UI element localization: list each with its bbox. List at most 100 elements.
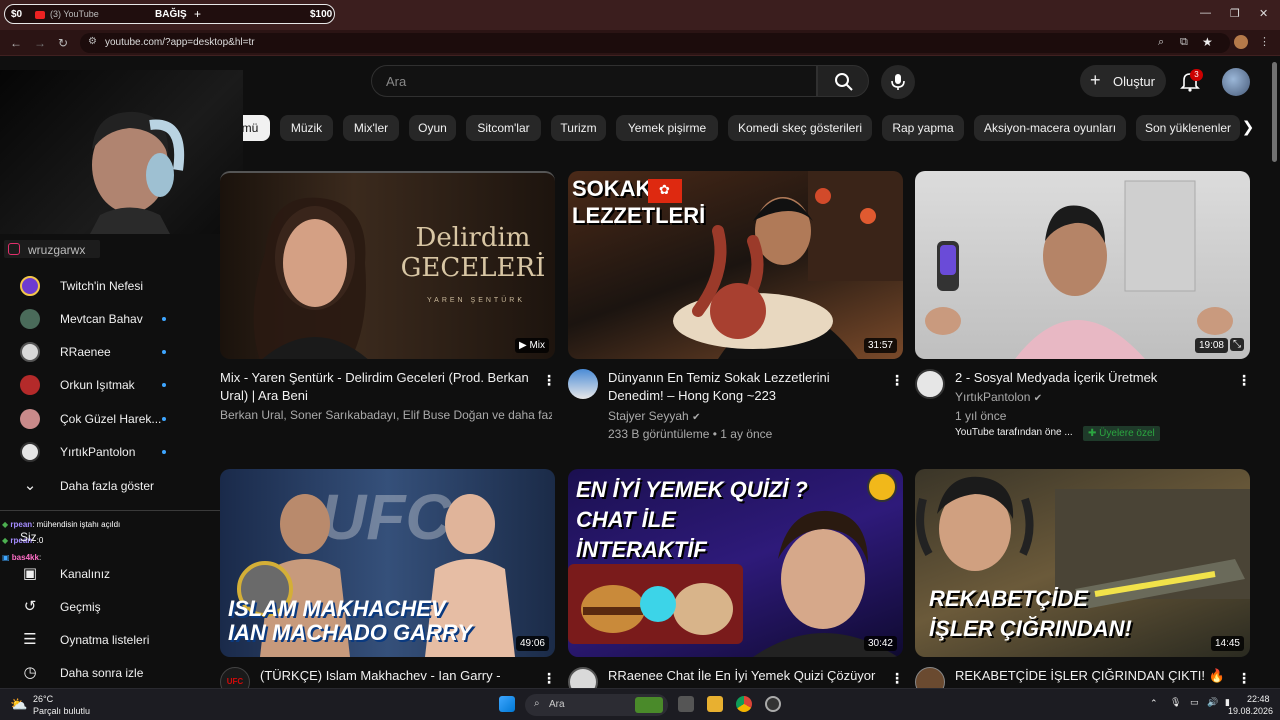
chip-music[interactable]: Müzik bbox=[280, 115, 333, 141]
thumbnail-title-text: REKABETÇİDE İŞLER ÇIĞRINDAN! bbox=[929, 586, 1132, 641]
video-channel[interactable]: Stajyer Seyyah ✔ bbox=[608, 409, 700, 423]
thumbnail-title-text: SOKAK LEZZETLERİ bbox=[572, 176, 706, 228]
bookmark-star-icon[interactable]: ★ bbox=[1202, 35, 1213, 49]
video-title[interactable]: 2 - Sosyal Medyada İçerik Üretmek bbox=[955, 369, 1225, 387]
video-title[interactable]: (TÜRKÇE) Islam Makhachev - Ian Garry - bbox=[260, 667, 530, 685]
plus-icon: + bbox=[1090, 70, 1101, 90]
site-info-icon[interactable]: ⚙ bbox=[88, 36, 97, 47]
video-title[interactable]: Dünyanın En Temiz Sokak Lezzetlerini Den… bbox=[608, 369, 868, 405]
profile-icon[interactable] bbox=[1234, 35, 1248, 49]
sub-name: Mevtcan Bahav bbox=[60, 312, 143, 326]
maximize-icon[interactable]: ❐ bbox=[1230, 7, 1240, 20]
video-menu-icon[interactable]: ⋮ bbox=[542, 372, 556, 389]
weather-icon[interactable]: ⛅ bbox=[10, 696, 27, 713]
browser-tab-bar: $0 (3) YouTube BAĞIŞ + $100 — ❐ ✕ bbox=[0, 0, 1280, 30]
video-menu-icon[interactable]: ⋮ bbox=[890, 372, 904, 389]
video-title[interactable]: Mix - Yaren Şentürk - Delirdim Geceleri … bbox=[220, 369, 532, 405]
thumbnail-title-text: EN İYİ YEMEK QUİZİ ? CHAT İLE İNTERAKTİF bbox=[576, 477, 808, 562]
chip-mixes[interactable]: Mix'ler bbox=[343, 115, 399, 141]
video-thumbnail[interactable]: SOKAK LEZZETLERİ ✿ 31:57 bbox=[568, 171, 903, 359]
chip-gaming[interactable]: Oyun bbox=[409, 115, 456, 141]
chat-message: ◆ rpean: mühendisin iştahı açıldı bbox=[2, 520, 121, 529]
account-avatar[interactable] bbox=[1222, 68, 1250, 96]
chip-comedy-sketches[interactable]: Komedi skeç gösterileri bbox=[728, 115, 872, 141]
scrollbar-thumb[interactable] bbox=[1272, 62, 1277, 162]
taskbar-search[interactable]: ⌕ Ara bbox=[525, 694, 668, 716]
create-button[interactable]: + Oluştur bbox=[1080, 65, 1166, 97]
verified-icon: ✔ bbox=[692, 412, 701, 423]
promoted-by-youtube: YouTube tarafından öne ... bbox=[955, 427, 1073, 438]
streamer-face-image bbox=[90, 111, 185, 234]
taskbar-search-label: Ara bbox=[549, 699, 565, 710]
channel-avatar[interactable] bbox=[915, 369, 945, 399]
video-menu-icon[interactable]: ⋮ bbox=[1237, 670, 1251, 687]
video-menu-icon[interactable]: ⋮ bbox=[890, 670, 904, 687]
chevron-down-icon: ⌄ bbox=[23, 477, 37, 494]
tray-chevron-icon[interactable]: ⌃ bbox=[1150, 698, 1158, 709]
close-window-icon[interactable]: ✕ bbox=[1259, 7, 1268, 20]
sidebar-you-heading[interactable]: Siz bbox=[20, 530, 37, 544]
video-meta: 233 B görüntüleme • 1 ay önce bbox=[608, 427, 773, 441]
members-only-badge: ✚ Üyelere özel bbox=[1083, 426, 1160, 441]
search-input[interactable]: Ara bbox=[371, 65, 817, 97]
network-icon[interactable]: ▭ bbox=[1190, 697, 1199, 708]
zoom-icon[interactable]: ⌕ bbox=[1158, 36, 1164, 49]
item-label: Oynatma listeleri bbox=[60, 633, 150, 647]
thumbnail-art bbox=[925, 180, 1233, 359]
chip-sitcoms[interactable]: Sitcom'lar bbox=[466, 115, 541, 141]
sub-name: Twitch'in Nefesi bbox=[60, 279, 143, 293]
reload-icon[interactable]: ↻ bbox=[58, 36, 68, 50]
video-duration: 14:45 bbox=[1210, 636, 1244, 651]
tab-right-amount: $100 bbox=[310, 9, 333, 20]
avatar bbox=[20, 409, 40, 429]
chip-recently-uploaded[interactable]: Son yüklenenler bbox=[1136, 115, 1240, 141]
mix-badge: ▶ Mix bbox=[514, 338, 549, 353]
url-field[interactable]: ⚙ youtube.com/?app=desktop&hl=tr ⌕ ⧉ ★ bbox=[80, 33, 1230, 53]
video-thumbnail[interactable]: EN İYİ YEMEK QUİZİ ? CHAT İLE İNTERAKTİF… bbox=[568, 469, 903, 657]
chip-action-adventure-games[interactable]: Aksiyon-macera oyunları bbox=[974, 115, 1126, 141]
channel-avatar[interactable] bbox=[568, 369, 598, 399]
video-thumbnail[interactable]: 19:08 ⤡ bbox=[915, 171, 1250, 359]
instagram-handle-tag: wruzgarwx bbox=[4, 240, 100, 258]
search-button[interactable] bbox=[817, 65, 869, 97]
video-channel[interactable]: Berkan Ural, Soner Sarıkabadayı, Elif Bu… bbox=[220, 408, 552, 422]
app-icon[interactable] bbox=[765, 696, 781, 712]
video-thumbnail[interactable]: REKABETÇİDE İŞLER ÇIĞRINDAN! 14:45 bbox=[915, 469, 1250, 657]
file-explorer-icon[interactable] bbox=[707, 696, 723, 712]
browser-menu-icon[interactable]: ⋮ bbox=[1259, 35, 1270, 48]
microphone-tray-icon[interactable]: 🎙 bbox=[1170, 697, 1181, 708]
video-title[interactable]: REKABETÇİDE İŞLER ÇIĞRINDAN ÇIKTI! 🔥 bbox=[955, 667, 1235, 685]
new-content-dot bbox=[162, 450, 166, 454]
video-title[interactable]: RRaenee Chat İle En İyi Yemek Quizi Çözü… bbox=[608, 667, 888, 685]
chrome-icon[interactable] bbox=[736, 696, 752, 712]
page-scrollbar[interactable] bbox=[1270, 56, 1280, 688]
search-placeholder: Ara bbox=[386, 74, 407, 89]
chip-tourism[interactable]: Turizm bbox=[551, 115, 606, 141]
windows-start-icon[interactable] bbox=[499, 696, 515, 712]
address-bar-row: ← → ↻ ⚙ youtube.com/?app=desktop&hl=tr ⌕… bbox=[0, 30, 1280, 56]
chip-cooking[interactable]: Yemek pişirme bbox=[616, 115, 718, 141]
watch-later-icon: ◷ bbox=[23, 664, 37, 681]
volume-icon[interactable]: 🔊 bbox=[1207, 697, 1218, 708]
video-meta: 1 yıl önce bbox=[955, 409, 1007, 423]
chip-rap[interactable]: Rap yapma bbox=[882, 115, 964, 141]
install-app-icon[interactable]: ⧉ bbox=[1180, 36, 1188, 49]
shorts-icon: ⤡ bbox=[1230, 338, 1244, 351]
minimize-icon[interactable]: — bbox=[1200, 7, 1211, 19]
forward-icon[interactable]: → bbox=[34, 36, 46, 50]
video-thumbnail[interactable]: UFC ISLAM MAKHACHEV IAN MACHADO GARRY 49… bbox=[220, 469, 555, 657]
video-duration: 49:06 bbox=[515, 636, 549, 651]
url-text: youtube.com/?app=desktop&hl=tr bbox=[105, 37, 255, 48]
back-icon[interactable]: ← bbox=[10, 36, 22, 50]
chips-next-chevron-icon[interactable]: ❯ bbox=[1236, 115, 1260, 141]
browser-tab[interactable]: $0 (3) YouTube BAĞIŞ + $100 bbox=[4, 4, 335, 24]
thumbnail-title-text: ISLAM MAKHACHEV IAN MACHADO GARRY bbox=[228, 596, 473, 645]
video-channel[interactable]: YırtıkPantolon ✔ bbox=[955, 390, 1042, 404]
new-tab-plus[interactable]: + bbox=[194, 7, 201, 21]
video-thumbnail[interactable]: Delirdim GECELERİ YAREN ŞENTÜRK ▶ Mix bbox=[220, 171, 555, 359]
video-menu-icon[interactable]: ⋮ bbox=[542, 670, 556, 687]
task-view-icon[interactable] bbox=[678, 696, 694, 712]
video-menu-icon[interactable]: ⋮ bbox=[1237, 372, 1251, 389]
voice-search-button[interactable] bbox=[881, 65, 915, 99]
new-content-dot bbox=[162, 383, 166, 387]
